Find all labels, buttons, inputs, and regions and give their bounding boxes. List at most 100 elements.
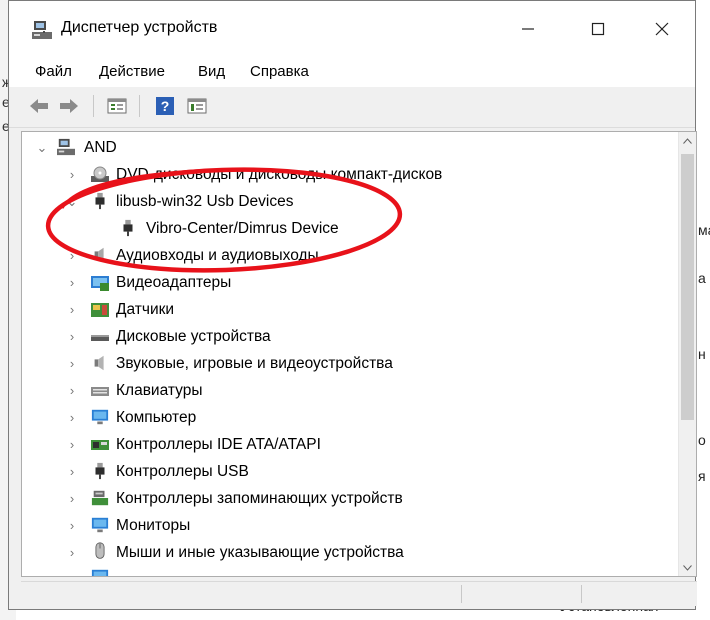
tree-node[interactable]: › Мыши и иные указывающие устройства: [22, 540, 662, 566]
background-text: н: [698, 346, 706, 362]
back-arrow-icon: [30, 99, 48, 113]
scroll-down-button[interactable]: [679, 559, 696, 576]
sensor-icon: [91, 303, 109, 317]
tree-node[interactable]: › Мониторы: [22, 513, 662, 539]
tree-node-label: libusb-win32 Usb Devices: [116, 193, 294, 210]
tree-node-label: Звуковые, игровые и видеоустройства: [116, 355, 393, 372]
computer-icon: [57, 138, 75, 156]
tree-node-label: DVD-дисководы и дисководы компакт-дисков: [116, 166, 443, 183]
close-icon: [655, 22, 669, 36]
tree-node-label: Контроллеры запоминающих устройств: [116, 490, 403, 507]
view-icon: [187, 98, 207, 114]
maximize-button[interactable]: [575, 9, 621, 49]
tree-node-label: Видеоадаптеры: [116, 274, 232, 291]
svg-text:?: ?: [161, 98, 170, 114]
menu-view[interactable]: Вид: [198, 63, 225, 80]
monitor-icon: [91, 569, 109, 576]
minimize-button[interactable]: [505, 9, 551, 49]
tree-node[interactable]: › Клавиатуры: [22, 378, 662, 404]
chevron-down-icon: [683, 564, 692, 571]
title-bar[interactable]: Диспетчер устройств: [9, 1, 695, 57]
usb-plug-icon: [95, 462, 105, 480]
toolbar: ?: [9, 87, 695, 128]
help-button[interactable]: ?: [153, 95, 177, 117]
usb-plug-icon: [95, 192, 105, 210]
tree-root-label: AND: [84, 139, 117, 156]
tree-node[interactable]: › DVD-дисководы и дисководы компакт-диск…: [22, 162, 662, 188]
usb-plug-icon: [123, 219, 133, 237]
chevron-right-icon[interactable]: ›: [66, 411, 78, 424]
tree-node[interactable]: › Контроллеры запоминающих устройств: [22, 486, 662, 512]
chevron-up-icon: [683, 137, 692, 144]
background-text: а: [698, 270, 706, 286]
tree-node-label: Компьютер: [116, 409, 197, 426]
minimize-icon: [522, 28, 534, 30]
menu-file[interactable]: Файл: [35, 63, 72, 80]
toolbar-separator: [93, 95, 94, 117]
window-title: Диспетчер устройств: [61, 19, 218, 36]
speaker-icon: [94, 355, 104, 371]
tree-node-label: Мониторы: [116, 517, 191, 534]
tree-node[interactable]: ⌄ libusb-win32 Usb Devices: [22, 189, 662, 215]
chevron-right-icon[interactable]: ›: [66, 384, 78, 397]
toolbar-separator: [139, 95, 140, 117]
background-text: ма: [698, 222, 710, 238]
forward-button[interactable]: [57, 95, 81, 117]
tree-node[interactable]: › Контроллеры USB: [22, 459, 662, 485]
tree-node-child[interactable]: Vibro-Center/Dimrus Device: [22, 216, 662, 242]
tree-node[interactable]: › Аудиовходы и аудиовыходы: [22, 243, 662, 269]
disk-drive-icon: [91, 335, 109, 341]
tree-node[interactable]: › Контроллеры IDE ATA/ATAPI: [22, 432, 662, 458]
device-manager-window: Диспетчер устройств Файл Действие Вид Сп…: [8, 0, 697, 610]
tree-node[interactable]: › Датчики: [22, 297, 662, 323]
tree-node-label: Мыши и иные указывающие устройства: [116, 544, 404, 561]
monitor-icon: [91, 517, 109, 533]
chevron-right-icon[interactable]: ›: [66, 357, 78, 370]
tree-node-label: Vibro-Center/Dimrus Device: [146, 220, 339, 237]
view-button[interactable]: [185, 95, 209, 117]
help-icon: ?: [156, 97, 174, 115]
tree-node-label: Дисковые устройства: [116, 328, 271, 345]
chevron-right-icon[interactable]: ›: [66, 519, 78, 532]
properties-icon: [107, 98, 127, 114]
chevron-right-icon[interactable]: ›: [66, 465, 78, 478]
tree-node[interactable]: › Звуковые, игровые и видеоустройства: [22, 351, 662, 377]
chevron-right-icon[interactable]: ›: [66, 249, 78, 262]
tree-node-label: Контроллеры USB: [116, 463, 249, 480]
chevron-right-icon[interactable]: ›: [66, 546, 78, 559]
tree-root[interactable]: ⌄ AND: [22, 135, 662, 161]
device-tree[interactable]: ⌄ AND › DVD-дисководы и дисководы компак…: [21, 131, 697, 577]
menu-help[interactable]: Справка: [250, 63, 309, 80]
tree-node[interactable]: › Видеоадаптеры: [22, 270, 662, 296]
forward-arrow-icon: [60, 99, 78, 113]
menu-action[interactable]: Действие: [99, 63, 165, 80]
status-segment: [581, 585, 582, 603]
chevron-right-icon[interactable]: ›: [66, 438, 78, 451]
chevron-right-icon[interactable]: ›: [66, 168, 78, 181]
tree-node-label: Клавиатуры: [116, 382, 203, 399]
chevron-right-icon[interactable]: ›: [66, 492, 78, 505]
properties-button[interactable]: [105, 95, 129, 117]
tree-node-label: Аудиовходы и аудиовыходы: [116, 247, 319, 264]
chevron-right-icon[interactable]: ›: [66, 276, 78, 289]
chevron-down-icon[interactable]: ⌄: [66, 195, 78, 208]
storage-controller-icon: [91, 490, 109, 506]
back-button[interactable]: [27, 95, 51, 117]
device-manager-icon: [32, 21, 52, 39]
tree-node-label: Датчики: [116, 301, 175, 318]
scroll-up-button[interactable]: [679, 132, 696, 149]
chevron-right-icon[interactable]: ›: [66, 303, 78, 316]
chevron-right-icon[interactable]: ›: [66, 330, 78, 343]
status-segment: [461, 585, 462, 603]
speaker-icon: [94, 247, 104, 263]
status-bar: [21, 581, 697, 606]
tree-node[interactable]: › Дисковые устройства: [22, 324, 662, 350]
ide-controller-icon: [91, 440, 109, 450]
background-text: я: [698, 468, 706, 484]
vertical-scrollbar[interactable]: [678, 132, 696, 576]
dvd-drive-icon: [91, 166, 109, 182]
scrollbar-thumb[interactable]: [681, 154, 694, 420]
chevron-down-icon[interactable]: ⌄: [36, 141, 48, 154]
tree-node[interactable]: › Компьютер: [22, 405, 662, 431]
close-button[interactable]: [639, 9, 685, 49]
